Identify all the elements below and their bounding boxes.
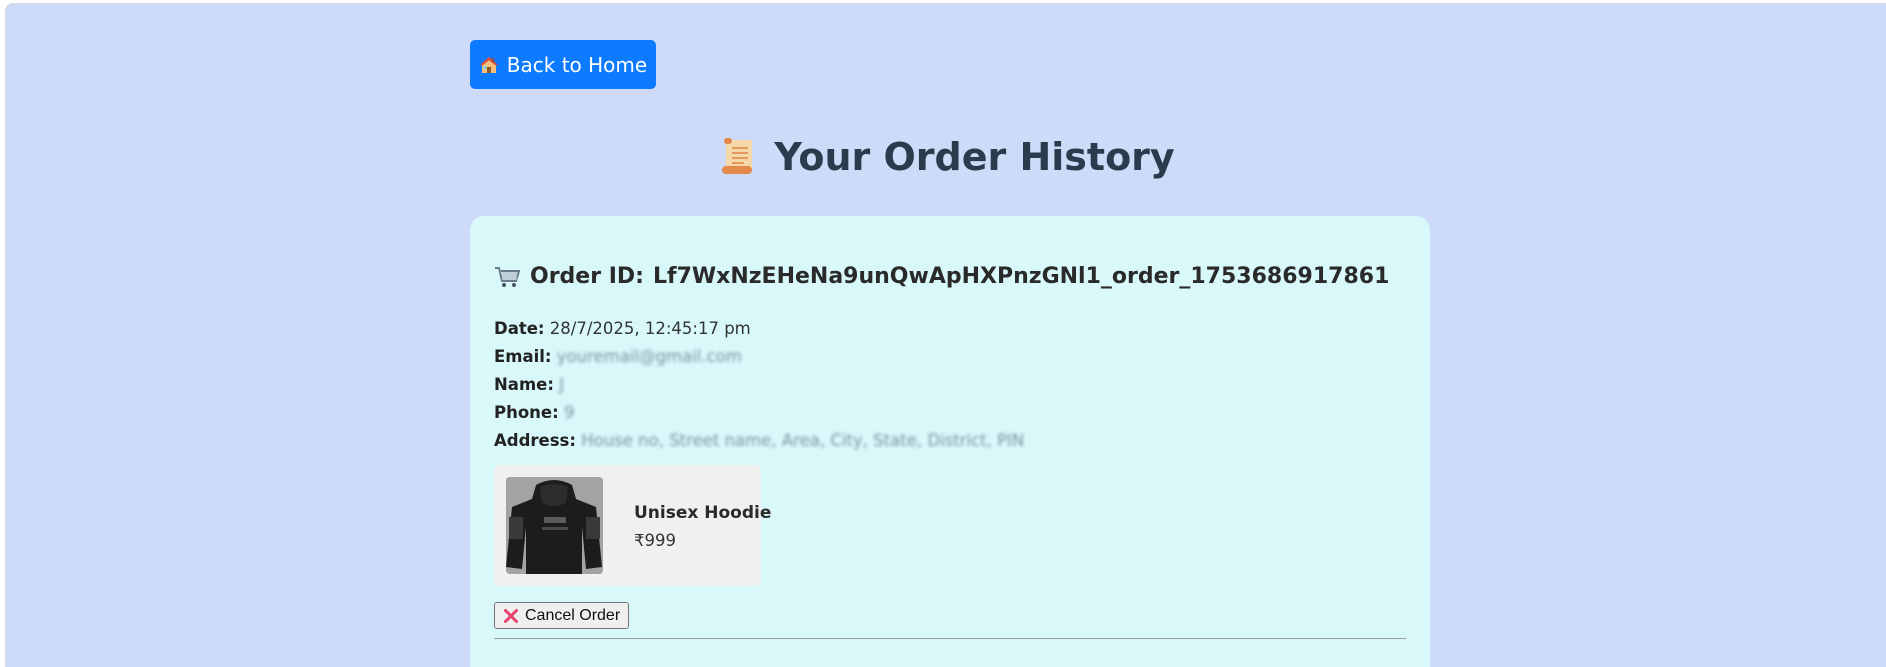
order-email-label: Email: (494, 347, 552, 366)
page-title-text: Your Order History (774, 135, 1175, 179)
order-id-label: Order ID: (530, 264, 644, 289)
house-icon (479, 56, 498, 73)
cancel-order-label: Cancel Order (525, 606, 621, 624)
x-icon (504, 608, 518, 623)
order-date-label: Date: (494, 319, 545, 338)
page-frame: Back to Home Your Order History Order ID… (5, 3, 1886, 667)
order-heading: Order ID: Lf7WxNzEHeNa9unQwApHXPnzGNl1_o… (494, 264, 1389, 289)
order-address-label: Address: (494, 431, 576, 450)
back-to-home-button[interactable]: Back to Home (470, 40, 656, 89)
black-hoodie-image (506, 477, 603, 574)
order-date-row: Date: 28/7/2025, 12:45:17 pm (494, 319, 751, 339)
order-divider (494, 638, 1406, 639)
order-phone-label: Phone: (494, 403, 559, 422)
page-title: Your Order History (6, 132, 1886, 182)
order-id-value: Lf7WxNzEHeNa9unQwApHXPnzGNl1_order_17536… (652, 264, 1390, 289)
cancel-order-button[interactable]: Cancel Order (494, 602, 630, 629)
order-name-label: Name: (494, 375, 554, 394)
scroll-icon (722, 138, 753, 174)
order-phone-value: 9 (563, 403, 575, 422)
product-image (506, 477, 603, 574)
order-name-row: Name: J (494, 375, 564, 395)
order-address-value: House no, Street name, Area, City, State… (581, 431, 1025, 450)
order-phone-row: Phone: 9 (494, 403, 574, 423)
shopping-cart-icon (495, 266, 521, 287)
order-email-value: youremail@gmail.com (556, 347, 742, 366)
back-to-home-label: Back to Home (506, 52, 648, 77)
order-name-value: J (559, 375, 565, 394)
product-name: Unisex Hoodie (634, 503, 772, 523)
product-price: ₹999 (634, 531, 676, 550)
order-email-row: Email: youremail@gmail.com (494, 347, 742, 367)
order-address-row: Address: House no, Street name, Area, Ci… (494, 431, 1024, 451)
order-card: Order ID: Lf7WxNzEHeNa9unQwApHXPnzGNl1_o… (470, 216, 1430, 667)
order-date-value: 28/7/2025, 12:45:17 pm (549, 319, 751, 338)
order-item: Unisex Hoodie ₹999 (494, 465, 771, 586)
